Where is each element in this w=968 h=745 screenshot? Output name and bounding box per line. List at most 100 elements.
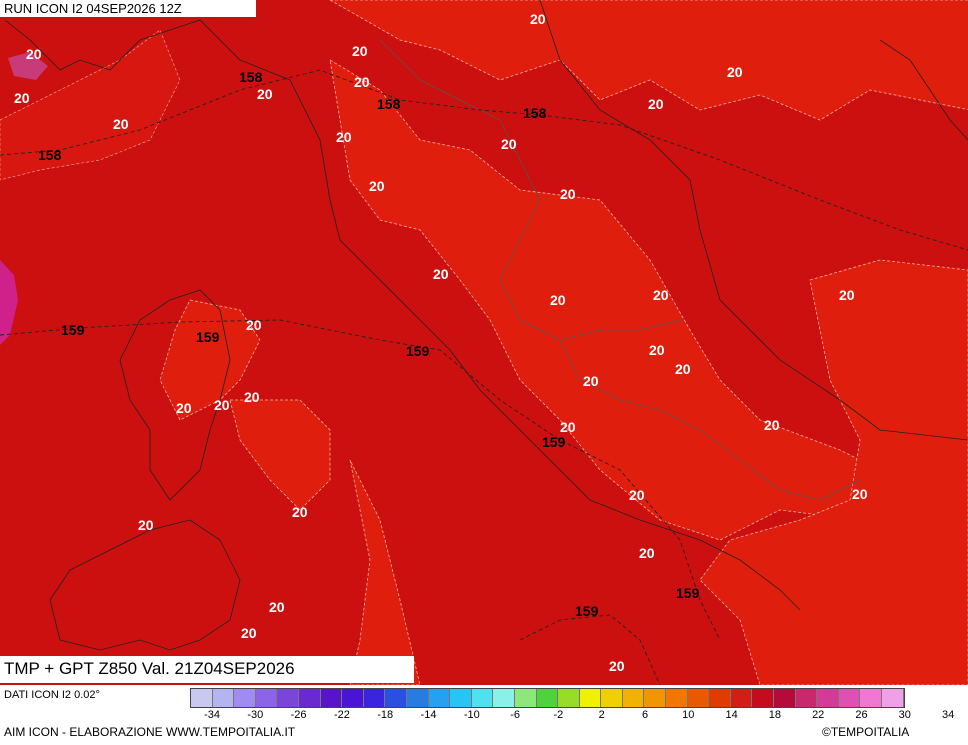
temperature-label: 20 [354,74,370,90]
run-title: RUN ICON I2 04SEP2026 12Z [0,0,256,17]
legend-swatch [795,689,818,707]
legend-swatch [709,689,731,707]
temperature-label: 20 [241,625,257,641]
legend-swatch [882,689,904,707]
field-title: TMP + GPT Z850 Val. 21Z04SEP2026 [0,656,414,683]
legend-swatch [406,689,429,707]
legend-swatch [579,689,602,707]
legend-swatch [514,689,537,707]
temperature-label: 20 [176,400,192,416]
temperature-label: 20 [257,86,273,102]
legend-swatch [838,689,861,707]
legend-swatch [234,689,256,707]
gpt-label: 159 [575,603,599,619]
temperature-label: 20 [653,287,669,303]
temperature-label: 20 [352,43,368,59]
weather-map: 20 20 20 20 20 20 20 20 20 20 20 20 20 2… [0,0,968,685]
legend-tick-label: 6 [641,709,649,721]
color-scale [190,688,905,708]
temperature-label: 20 [648,96,664,112]
temperature-label: 20 [292,504,308,520]
legend-swatch [363,689,386,707]
legend-tick-label: 2 [598,709,605,721]
legend-swatch [644,689,667,707]
legend-tick-label: 34 [941,709,955,721]
legend-tick-label: 22 [812,709,825,721]
legend-tick-label: 18 [768,709,782,721]
temperature-label: 20 [560,419,576,435]
legend-swatch [191,689,213,707]
temperature-label: 20 [433,266,449,282]
legend-swatch [774,689,796,707]
temperature-label: 20 [639,545,655,561]
color-scale-ticks: -34 -30 -26 -22 -18 -14 -10 -6 -2 2 6 10 14 18 22 26 30 3… [190,709,966,723]
legend-tick-label: -2 [553,709,564,721]
legend-swatch [277,689,299,707]
temperature-label: 20 [26,46,42,62]
legend-swatch [212,689,235,707]
temperature-label: 20 [336,129,352,145]
temperature-label: 20 [530,11,546,27]
temperature-label: 20 [764,417,780,433]
legend-swatch [622,689,645,707]
temperature-label: 20 [113,116,129,132]
temperature-label: 20 [675,361,691,377]
copyright-label: ©TEMPOITALIA [822,725,910,739]
gpt-label: 159 [676,585,700,601]
legend-tick-label: -6 [510,709,520,721]
legend-swatch [536,689,559,707]
legend-tick-label: 26 [855,709,868,721]
gpt-label: 158 [523,105,547,121]
legend-swatch [558,689,580,707]
legend-tick-label: -26 [290,709,307,721]
legend-swatch [817,689,839,707]
legend-swatch [428,689,451,707]
legend-tick-label: -14 [420,709,437,721]
gpt-label: 159 [61,322,85,338]
temperature-label: 20 [214,397,230,413]
legend-swatch [752,689,775,707]
temperature-label: 20 [14,90,30,106]
data-source-label: DATI ICON I2 0.02° [4,689,100,701]
legend-swatch [342,689,364,707]
temperature-label: 20 [269,599,285,615]
footer: DATI ICON I2 0.02° -34 -30 -26 -22 -18 -14 -10… [0,685,968,745]
legend-tick-label: -22 [333,709,350,721]
legend-swatch [255,689,278,707]
legend-tick-label: -34 [204,709,220,721]
temperature-label: 20 [852,486,868,502]
temperature-label: 20 [727,64,743,80]
temperature-label: 20 [246,317,262,333]
gpt-label: 159 [542,434,566,450]
legend-swatch [298,689,321,707]
gpt-label: 159 [196,329,220,345]
legend-swatch [471,689,494,707]
legend-swatch [320,689,343,707]
legend-tick-label: -30 [247,709,264,721]
temperature-label: 20 [244,389,260,405]
legend-swatch [666,689,688,707]
legend-tick-label: -18 [377,709,394,721]
legend-tick-label: 14 [725,709,738,721]
legend-swatch [860,689,882,707]
legend-tick-label: 30 [898,709,911,721]
legend-swatch [493,689,515,707]
gpt-label: 158 [38,147,62,163]
legend-swatch [601,689,623,707]
credits-label: AIM ICON - ELABORAZIONE WWW.TEMPOITALIA.… [4,725,296,739]
gpt-label: 159 [406,343,430,359]
legend-tick-label: -10 [463,709,480,721]
temperature-label: 20 [629,487,645,503]
legend-swatch [450,689,472,707]
temperature-field [0,0,968,685]
temperature-label: 20 [550,292,566,308]
temperature-label: 20 [369,178,385,194]
temperature-label: 20 [138,517,154,533]
legend-swatch [730,689,753,707]
temperature-label: 20 [609,658,625,674]
gpt-label: 158 [377,96,401,112]
temperature-label: 20 [583,373,599,389]
temperature-label: 20 [839,287,855,303]
legend-swatch [385,689,407,707]
legend-tick-label: 10 [682,709,695,721]
